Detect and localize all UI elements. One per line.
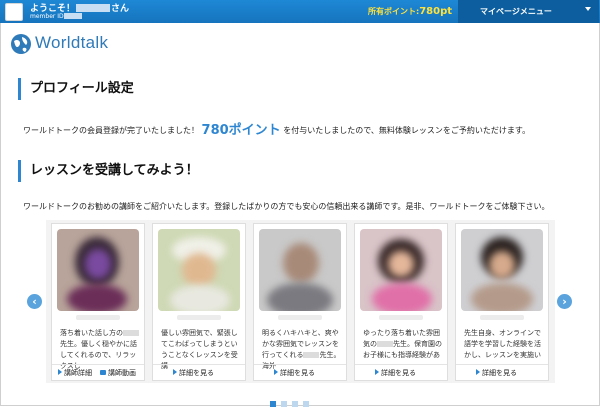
triangle-right-icon <box>274 369 278 375</box>
avatar[interactable] <box>5 3 23 21</box>
chevron-down-icon <box>585 7 591 11</box>
mypage-menu-button[interactable]: マイページメニュー <box>458 0 599 23</box>
points-display: 所有ポイント:780pt <box>368 6 452 17</box>
tutor-card[interactable]: ゆったり落ち着いた雰囲気の 先生。保育園のお子様にも指導経験があ 詳細を見る <box>354 223 448 381</box>
granted-points: 780ポイント <box>201 123 281 138</box>
tutor-links: 詳細を見る <box>254 364 346 380</box>
tutor-card[interactable]: 落ち着いた話し方の先生。優しく穏やかに話してくれるので、リラックスし 講師詳細 … <box>51 223 145 381</box>
tutor-card[interactable]: 優しい雰囲気で、緊張してこわばってしまうということなくレッスンを受講 詳細を見る <box>152 223 246 381</box>
carousel-pagination <box>270 392 314 411</box>
registration-text-before: ワールドトークの会員登録が完了いたしました！ <box>23 126 199 135</box>
tutor-links: 講師詳細 講師動画 <box>52 364 144 380</box>
tutor-card[interactable]: 明るくハキハキと、爽やかな雰囲気でレッスンを行ってくれる 先生。海外 詳細を見る <box>253 223 347 381</box>
lessons-heading: レッスンを受講してみよう！ <box>18 160 199 182</box>
triangle-right-icon <box>476 369 480 375</box>
tutor-photo[interactable] <box>360 229 442 311</box>
carousel-dot[interactable] <box>270 401 276 407</box>
tutor-detail-link[interactable]: 詳細を見る <box>173 368 214 378</box>
member-id: member ID <box>30 13 82 20</box>
top-bar: ようこそ！ さん member ID 所有ポイント:780pt マイページメニュー <box>0 0 600 23</box>
tutor-video-link[interactable]: 講師動画 <box>100 368 136 378</box>
registration-message: ワールドトークの会員登録が完了いたしました！ 780ポイント を付与いたしました… <box>23 119 530 138</box>
tutor-description-part: 先生自身、オンラインで語学を学習した経験を活かし、レッスンを実施い <box>464 329 541 359</box>
tutor-detail-label: 詳細を見る <box>179 369 214 377</box>
tutor-video-label: 講師動画 <box>108 369 136 377</box>
tutor-links: 詳細を見る <box>153 364 245 380</box>
lessons-description: ワールドトークのお勧めの講師をご紹介いたします。登録したばかりの方でも安心の信頼… <box>23 202 550 211</box>
tutor-detail-label: 詳細を見る <box>482 369 517 377</box>
tutor-name-inline-redacted <box>377 341 393 347</box>
triangle-right-icon <box>58 369 62 375</box>
tutor-name-redacted <box>76 315 120 320</box>
tutor-links: 詳細を見る <box>456 364 548 380</box>
triangle-right-icon <box>375 369 379 375</box>
tutor-detail-label: 講師詳細 <box>64 369 92 377</box>
tutor-description-part: 落ち着いた話し方の <box>60 329 123 337</box>
tutor-description: 先生自身、オンラインで語学を学習した経験を活かし、レッスンを実施い <box>464 328 544 361</box>
member-id-redacted <box>63 13 82 19</box>
tutor-name-redacted <box>177 315 221 320</box>
welcome-suffix: さん <box>111 4 130 14</box>
profile-heading: プロフィール設定 <box>18 78 134 100</box>
tutor-name-inline-redacted <box>303 352 320 358</box>
carousel-dot[interactable] <box>303 401 309 407</box>
tutor-links: 詳細を見る <box>355 364 447 380</box>
tutor-name-redacted <box>379 315 423 320</box>
tutor-name-redacted <box>480 315 524 320</box>
carousel-dot[interactable] <box>281 401 287 407</box>
tutor-detail-link[interactable]: 詳細を見る <box>274 368 315 378</box>
mypage-menu-label: マイページメニュー <box>480 7 552 16</box>
carousel-prev-button[interactable]: ‹ <box>27 294 42 309</box>
triangle-right-icon <box>173 369 177 375</box>
tutor-detail-link[interactable]: 講師詳細 <box>58 368 92 378</box>
tutor-name-inline-redacted <box>123 330 139 336</box>
tutor-photo[interactable] <box>158 229 240 311</box>
tutor-card[interactable]: 先生自身、オンラインで語学を学習した経験を活かし、レッスンを実施い 詳細を見る <box>455 223 549 381</box>
globe-logo-icon <box>11 34 31 54</box>
points-label: 所有ポイント: <box>368 7 420 16</box>
tutor-detail-label: 詳細を見る <box>381 369 416 377</box>
registration-text-after: を付与いたしましたので、無料体験レッスンをご予約いただけます。 <box>283 126 531 135</box>
logo-text: Worldtalk <box>35 33 109 52</box>
tutor-detail-link[interactable]: 詳細を見る <box>375 368 416 378</box>
tutor-detail-link[interactable]: 詳細を見る <box>476 368 517 378</box>
tutor-photo[interactable] <box>57 229 139 311</box>
points-value: 780pt <box>419 6 453 17</box>
tutor-carousel: 落ち着いた話し方の先生。優しく穏やかに話してくれるので、リラックスし 講師詳細 … <box>46 220 555 383</box>
member-id-label: member ID <box>30 13 64 20</box>
carousel-dot[interactable] <box>292 401 298 407</box>
user-name-redacted <box>76 4 111 12</box>
tutor-name-redacted <box>278 315 322 320</box>
tutor-photo[interactable] <box>461 229 543 311</box>
video-camera-icon <box>100 370 106 375</box>
tutor-detail-label: 詳細を見る <box>280 369 315 377</box>
tutor-photo[interactable] <box>259 229 341 311</box>
carousel-next-button[interactable]: › <box>557 294 572 309</box>
tutor-description: ゆったり落ち着いた雰囲気の 先生。保育園のお子様にも指導経験があ <box>363 328 443 361</box>
